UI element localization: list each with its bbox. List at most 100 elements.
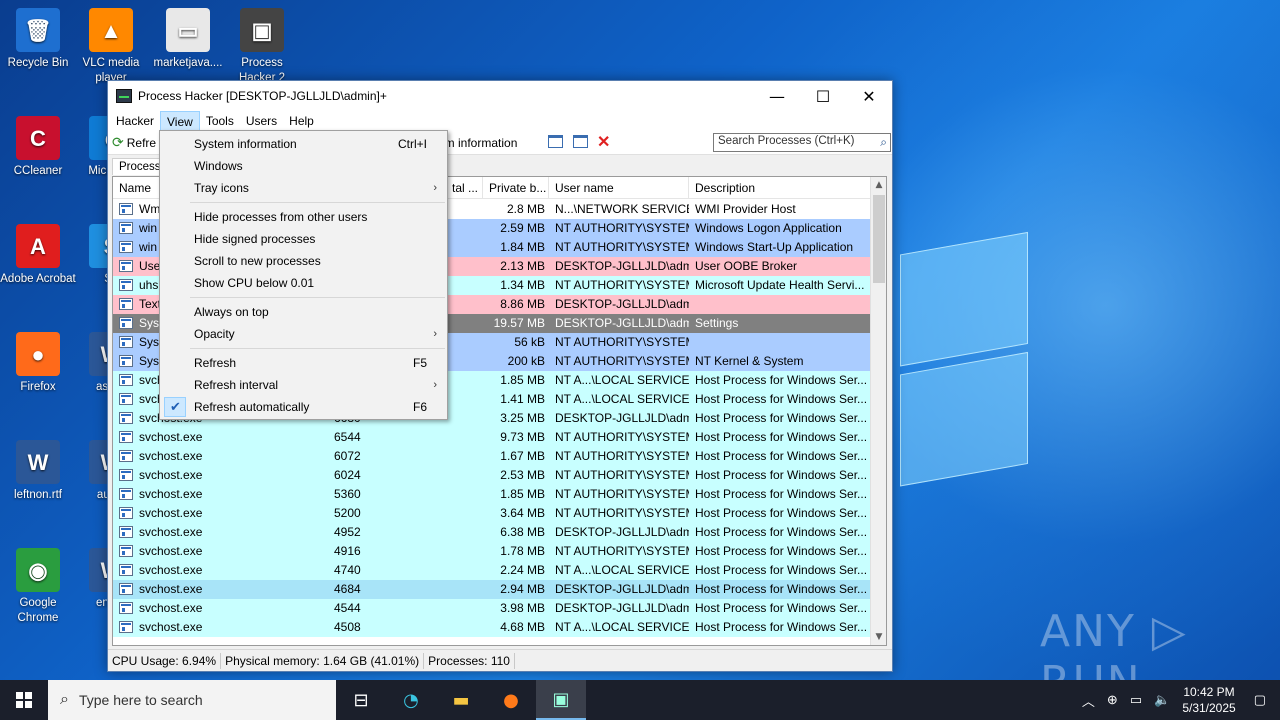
process-icon [119, 336, 133, 348]
view-menu-item[interactable]: System information Ctrl+I [160, 133, 447, 155]
cell-private: 2.59 MB [500, 221, 545, 235]
desktop-icon[interactable]: C CCleaner [0, 116, 76, 179]
terminate-icon[interactable]: ✕ [597, 132, 610, 152]
windows-logo-wallpaper [900, 231, 1030, 491]
table-row[interactable]: svchost.exe 6544 9.73 MB NT AUTHORITY\SYSTE… [113, 428, 873, 447]
desktop-icon[interactable]: ▲ VLC media player [73, 8, 149, 86]
table-row[interactable]: svchost.exe 4916 1.78 MB NT AUTHORITY\SYSTE… [113, 542, 873, 561]
menu-separator [190, 202, 445, 203]
scroll-thumb[interactable] [873, 195, 885, 283]
column-description[interactable]: Description [689, 177, 873, 199]
view-menu-item[interactable]: Scroll to new processes [160, 250, 447, 272]
table-row[interactable]: svchost.exe 4684 2.94 MB DESKTOP-JGLLJLD\ad… [113, 580, 873, 599]
menu-tools[interactable]: Tools [200, 111, 240, 131]
view-menu-item[interactable]: Always on top [160, 301, 447, 323]
cell-name: svchost.exe [139, 487, 203, 501]
view-menu-item[interactable]: Tray icons › [160, 177, 447, 199]
desktop-icon[interactable]: Wleftnon.rtf [0, 440, 76, 503]
column-private-bytes[interactable]: Private b... [483, 177, 549, 199]
cell-private: 2.13 MB [500, 259, 545, 273]
search-processes-input[interactable]: Search Processes (Ctrl+K) ⌕ [713, 133, 891, 152]
view-menu-item[interactable]: Opacity › [160, 323, 447, 345]
desktop-icon-image: C [16, 116, 60, 160]
view-menu-item[interactable]: Windows [160, 155, 447, 177]
cell-private: 3.64 MB [500, 506, 545, 520]
taskbar-edge[interactable]: ◔ [386, 680, 436, 720]
column-user-name[interactable]: User name [549, 177, 689, 199]
vertical-scrollbar[interactable]: ▲ ▼ [870, 177, 886, 645]
taskbar-search-box[interactable]: ⌕ Type here to search [48, 680, 336, 720]
volume-icon[interactable]: 🔈 [1154, 692, 1170, 708]
cell-user: NT AUTHORITY\SYSTEM [555, 335, 689, 349]
cell-user: NT AUTHORITY\SYSTEM [555, 544, 689, 558]
taskbar-file-explorer[interactable]: ▬ [436, 680, 486, 720]
cell-pid: 4544 [334, 601, 361, 615]
table-row[interactable]: svchost.exe 4544 3.98 MB DESKTOP-JGLLJLD\ad… [113, 599, 873, 618]
refresh-button[interactable]: ⟳ Refre [112, 134, 156, 151]
cell-desc: Host Process for Windows Ser... [695, 392, 868, 406]
title-bar[interactable]: Process Hacker [DESKTOP-JGLLJLD\admin]+ … [108, 81, 892, 111]
menu-view[interactable]: View [160, 111, 200, 131]
chevron-up-icon[interactable]: ︿ [1082, 691, 1095, 710]
network-icon[interactable]: ▭ [1130, 692, 1142, 708]
system-information-button[interactable]: em information [438, 136, 517, 150]
cell-user: DESKTOP-JGLLJLD\admi [555, 259, 689, 273]
folder-icon: ▬ [452, 689, 470, 711]
menu-users[interactable]: Users [240, 111, 283, 131]
desktop-icon[interactable]: ◉ Google Chrome [0, 548, 76, 626]
table-row[interactable]: svchost.exe 4508 4.68 MB NT A...\LOCAL SERV… [113, 618, 873, 637]
task-view-button[interactable]: ⊟ [336, 680, 386, 720]
maximize-button[interactable]: ☐ [800, 81, 846, 111]
process-hacker-icon [116, 89, 132, 103]
menu-item-label: Scroll to new processes [194, 254, 321, 268]
scroll-up-icon[interactable]: ▲ [871, 177, 886, 193]
cell-private: 2.53 MB [500, 468, 545, 482]
desktop-icon-image: W [16, 440, 60, 484]
view-menu-item[interactable]: Refresh F5 [160, 352, 447, 374]
menu-item-label: Refresh automatically [194, 400, 310, 414]
cell-user: NT AUTHORITY\SYSTEM [555, 354, 689, 368]
menu-item-shortcut: F6 [412, 400, 427, 414]
table-row[interactable]: svchost.exe 6072 1.67 MB NT AUTHORITY\SYSTE… [113, 447, 873, 466]
view-menu-item[interactable]: Show CPU below 0.01 [160, 272, 447, 294]
desktop-icon[interactable]: ● Firefox [0, 332, 76, 395]
system-tray: ︿ ⊕ ▭ 🔈 10:42 PM 5/31/2025 ▢ [1076, 680, 1280, 720]
table-row[interactable]: svchost.exe 6024 2.53 MB NT AUTHORITY\SYSTE… [113, 466, 873, 485]
table-row[interactable]: svchost.exe 4952 6.38 MB DESKTOP-JGLLJLD\ad… [113, 523, 873, 542]
cell-private: 3.98 MB [500, 601, 545, 615]
table-row[interactable]: svchost.exe 4740 2.24 MB NT A...\LOCAL SERV… [113, 561, 873, 580]
desktop-icon[interactable]: A Adobe Acrobat [0, 224, 76, 287]
taskbar-firefox[interactable]: ● [486, 680, 536, 720]
cell-pid: 4740 [334, 563, 361, 577]
notifications-icon[interactable]: ▢ [1254, 692, 1266, 708]
close-button[interactable]: ✕ [846, 81, 892, 111]
menu-separator [190, 348, 445, 349]
cell-desc: User OOBE Broker [695, 259, 798, 273]
start-button[interactable] [0, 680, 48, 720]
device-icon[interactable]: ⊕ [1107, 692, 1118, 708]
scroll-down-icon[interactable]: ▼ [871, 629, 886, 645]
taskbar-process-hacker[interactable]: ▣ [536, 680, 586, 720]
clock[interactable]: 10:42 PM 5/31/2025 [1182, 684, 1235, 716]
view-menu-item[interactable]: ✔ Refresh automatically F6 [160, 396, 447, 418]
table-row[interactable]: svchost.exe 5200 3.64 MB NT AUTHORITY\SYSTE… [113, 504, 873, 523]
chevron-right-icon: › [433, 328, 437, 340]
desktop-icon[interactable]: 🗑 Recycle Bin [0, 8, 76, 71]
window-icon[interactable] [548, 135, 563, 148]
cell-private: 9.73 MB [500, 430, 545, 444]
view-menu-item[interactable]: Hide processes from other users [160, 206, 447, 228]
menu-hacker[interactable]: Hacker [110, 111, 160, 131]
cell-name: svchost.exe [139, 468, 203, 482]
view-menu-item[interactable]: Refresh interval › [160, 374, 447, 396]
cell-desc: Host Process for Windows Ser... [695, 582, 868, 596]
find-window-icon[interactable] [573, 135, 588, 148]
menu-item-label: Windows [194, 159, 243, 173]
minimize-button[interactable]: — [754, 81, 800, 111]
desktop-icon[interactable]: ▭ marketjava.... [150, 8, 226, 71]
menu-help[interactable]: Help [283, 111, 320, 131]
table-row[interactable]: svchost.exe 5360 1.85 MB NT AUTHORITY\SYSTE… [113, 485, 873, 504]
search-icon[interactable]: ⌕ [880, 135, 887, 150]
process-icon [119, 393, 133, 405]
desktop-icon[interactable]: ▣ Process Hacker 2 [224, 8, 300, 86]
view-menu-item[interactable]: Hide signed processes [160, 228, 447, 250]
